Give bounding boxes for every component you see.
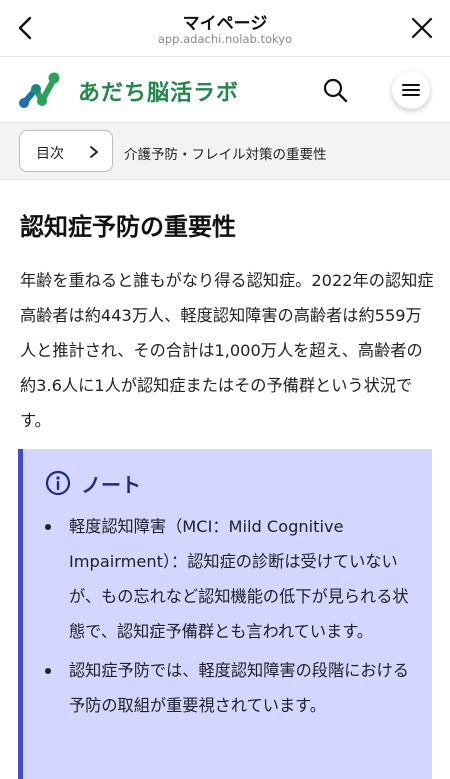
info-circle-icon	[45, 470, 71, 496]
search-icon[interactable]	[320, 75, 350, 105]
brand-logo-icon[interactable]	[16, 69, 62, 111]
site-header: あだち脳活ラボ	[0, 56, 450, 122]
hamburger-menu-icon	[402, 84, 420, 96]
note-title: ノート	[81, 472, 141, 497]
article-paragraph: 年齢を重ねると誰もがなり得る認知症。2022年の認知症高齢者は約443万人、軽度…	[20, 271, 434, 430]
page-title: マイページ	[182, 14, 268, 34]
close-icon[interactable]	[410, 16, 434, 40]
note-list: 軽度認知障害（MCI：Mild Cognitive Impairment）：認知…	[45, 509, 409, 727]
toc-button-label: 目次	[36, 146, 64, 162]
article-heading: 認知症予防の重要性	[20, 213, 236, 241]
url-text: app.adachi.nolab.tokyo	[157, 32, 293, 46]
chevron-right-icon	[90, 146, 98, 158]
menu-button[interactable]	[392, 71, 430, 109]
brand-name[interactable]: あだち脳活ラボ	[78, 75, 239, 107]
note-list-item: 認知症予防では、軽度認知障害の段階における予防の取組が重要視されています。	[45, 653, 409, 723]
browser-top-bar: マイページ app.adachi.nolab.tokyo	[0, 0, 450, 56]
toc-bar: 目次 介護予防・フレイル対策の重要性	[0, 122, 450, 180]
note-box: ノート 軽度認知障害（MCI：Mild Cognitive Impairment…	[18, 449, 432, 779]
toc-button[interactable]: 目次	[19, 130, 113, 172]
note-header: ノート	[45, 469, 141, 497]
breadcrumb[interactable]: 介護予防・フレイル対策の重要性	[124, 143, 327, 163]
note-list-item: 軽度認知障害（MCI：Mild Cognitive Impairment）：認知…	[45, 509, 409, 649]
